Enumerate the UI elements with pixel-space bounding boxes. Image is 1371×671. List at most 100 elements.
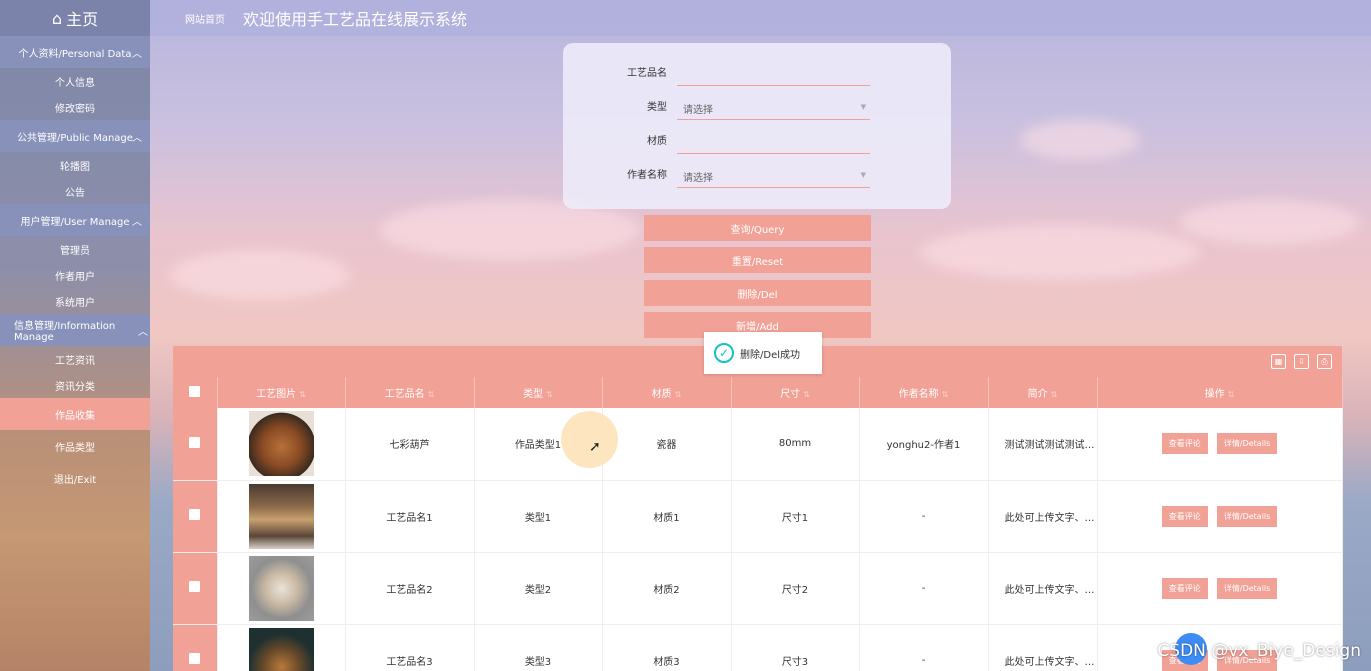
craft-thumbnail[interactable] [248,627,314,671]
size-cell: 尺寸3 [731,624,860,671]
column-header-label: 作者名称 [898,389,939,400]
select-all-checkbox[interactable] [173,377,218,408]
sidebar-group-public[interactable]: 公共管理/Public Manage ︿ [0,120,150,152]
sidebar-group-info[interactable]: 信息管理/Information Manage ︿ [0,314,150,346]
column-header[interactable]: 简介 ⇅ [988,377,1098,408]
reset-button[interactable]: 重置/Reset [644,247,871,273]
actions-cell: 查看评论 详情/Details [1097,480,1343,553]
success-toast: ✓ 删除/Del成功 [704,332,822,374]
sidebar-item-works[interactable]: 作品收集 [0,398,150,430]
description-cell: 测试测试测试测试 测试 [988,408,1098,481]
background-cloud [170,250,350,300]
background-cloud [380,200,640,260]
sidebar-item-craft-news[interactable]: 工艺资讯 [0,346,150,372]
sort-icon: ⇅ [1227,390,1235,399]
column-header[interactable]: 尺寸 ⇅ [731,377,860,408]
craft-name-cell: 工艺品名1 [345,480,475,553]
table-row: 工艺品名1 类型1 材质1 尺寸1 - 此处可上传文字、图片 查看评论 详情/D… [173,480,1343,553]
background-cloud [1180,200,1360,245]
author-cell: yonghu2-作者1 [859,408,989,481]
craft-thumbnail[interactable] [248,483,314,549]
sort-icon: ⇅ [299,390,306,399]
breadcrumb-home[interactable]: 网站首页 [185,11,225,26]
view-comments-button[interactable]: 查看评论 [1161,433,1208,455]
craft-name-input[interactable] [677,56,870,86]
material-input[interactable] [677,124,870,154]
craft-name-label: 工艺品名 [627,68,667,79]
column-header[interactable]: 类型 ⇅ [474,377,603,408]
home-icon: ⌂ [51,8,63,28]
row-checkbox[interactable] [173,552,218,625]
search-form: 工艺品名 类型 请选择 ▼ 材质 作者名称 请选择 ▼ [563,43,951,209]
view-comments-button[interactable]: 查看评论 [1161,505,1208,527]
print-icon[interactable]: ⎙ [1317,354,1332,369]
column-header[interactable]: 工艺品名 ⇅ [345,377,475,408]
type-cell: 类型2 [474,552,603,625]
table-row: 七彩葫芦 作品类型1 瓷器 80mm yonghu2-作者1 测试测试测试测试 … [173,408,1343,481]
works-table: 工艺图片 ⇅ 工艺品名 ⇅ 类型 ⇅ 材质 ⇅ 尺寸 ⇅ 作者名称 ⇅ 简介 ⇅ 操作 ⇅ 七彩… [173,377,1343,671]
field-row-type: 类型 请选择 ▼ [563,86,951,120]
sidebar-group-label: 公共管理/Public Manage [17,132,133,144]
column-header-label: 材质 [651,389,672,400]
export-icon[interactable]: ⇩ [1294,354,1309,369]
description-cell: 此处可上传文字、图片 [988,480,1098,553]
query-button[interactable]: 查询/Query [644,215,871,241]
sidebar-item-news-category[interactable]: 资讯分类 [0,372,150,398]
type-label: 类型 [647,102,667,113]
column-header-label: 工艺图片 [256,389,297,400]
sidebar-item-exit[interactable]: 退出/Exit [0,462,150,494]
sidebar-item-notice[interactable]: 公告 [0,178,150,204]
sidebar-item-author-users[interactable]: 作者用户 [0,262,150,288]
column-header[interactable]: 材质 ⇅ [602,377,732,408]
craft-name-cell: 七彩葫芦 [345,408,475,481]
author-select[interactable]: 请选择 ▼ [677,158,870,188]
row-checkbox[interactable] [173,624,218,671]
column-header-label: 操作 [1204,389,1225,400]
actions-cell: 查看评论 详情/Details [1097,408,1343,481]
sort-icon: ⇅ [427,390,435,399]
background-cloud [1020,120,1140,160]
column-header-label: 工艺品名 [384,389,425,400]
sidebar-home[interactable]: ⌂ 主页 [0,0,150,36]
columns-icon[interactable]: ▦ [1271,354,1286,369]
delete-button[interactable]: 删除/Del [644,280,871,306]
details-button[interactable]: 详情/Details [1216,433,1278,455]
view-comments-button[interactable]: 查看评论 [1161,577,1208,599]
sidebar-group-label: 个人资料/Personal Data [18,48,132,60]
type-select-placeholder: 请选择 [683,105,713,116]
material-cell: 材质2 [602,552,732,625]
sidebar-item-work-type[interactable]: 作品类型 [0,430,150,462]
column-header[interactable]: 作者名称 ⇅ [859,377,989,408]
field-row-author: 作者名称 请选择 ▼ [563,154,951,188]
column-header[interactable]: 操作 ⇅ [1097,377,1343,408]
sidebar-group-personal[interactable]: 个人资料/Personal Data ︿ [0,36,150,68]
details-button[interactable]: 详情/Details [1216,577,1278,599]
sidebar-group-users[interactable]: 用户管理/User Manage ︿ [0,204,150,236]
column-header[interactable]: 工艺图片 ⇅ [217,377,346,408]
sidebar-item-admin[interactable]: 管理员 [0,236,150,262]
author-cell: - [859,552,989,625]
sidebar-item-carousel[interactable]: 轮播图 [0,152,150,178]
material-label: 材质 [647,136,667,147]
craft-name-cell: 工艺品名2 [345,552,475,625]
row-checkbox[interactable] [173,480,218,553]
row-checkbox[interactable] [173,408,218,481]
column-header-label: 尺寸 [780,389,801,400]
craft-thumbnail[interactable] [248,411,314,477]
field-row-name: 工艺品名 [563,52,951,86]
material-cell: 瓷器 [602,408,732,481]
chevron-up-icon: ︿ [132,49,142,60]
craft-image-cell [217,408,346,481]
watermark: CSDN @vx_Biye_Design [1157,641,1361,661]
sidebar-item-change-password[interactable]: 修改密码 [0,94,150,120]
type-select[interactable]: 请选择 ▼ [677,90,870,120]
sort-icon: ⇅ [674,390,682,399]
craft-image-cell [217,480,346,553]
sidebar-item-profile[interactable]: 个人信息 [0,68,150,94]
craft-thumbnail[interactable] [248,555,314,621]
sort-icon: ⇅ [1050,390,1058,399]
sidebar-item-system-users[interactable]: 系统用户 [0,288,150,314]
sort-icon: ⇅ [803,390,810,399]
author-label: 作者名称 [627,170,667,181]
details-button[interactable]: 详情/Details [1216,505,1278,527]
